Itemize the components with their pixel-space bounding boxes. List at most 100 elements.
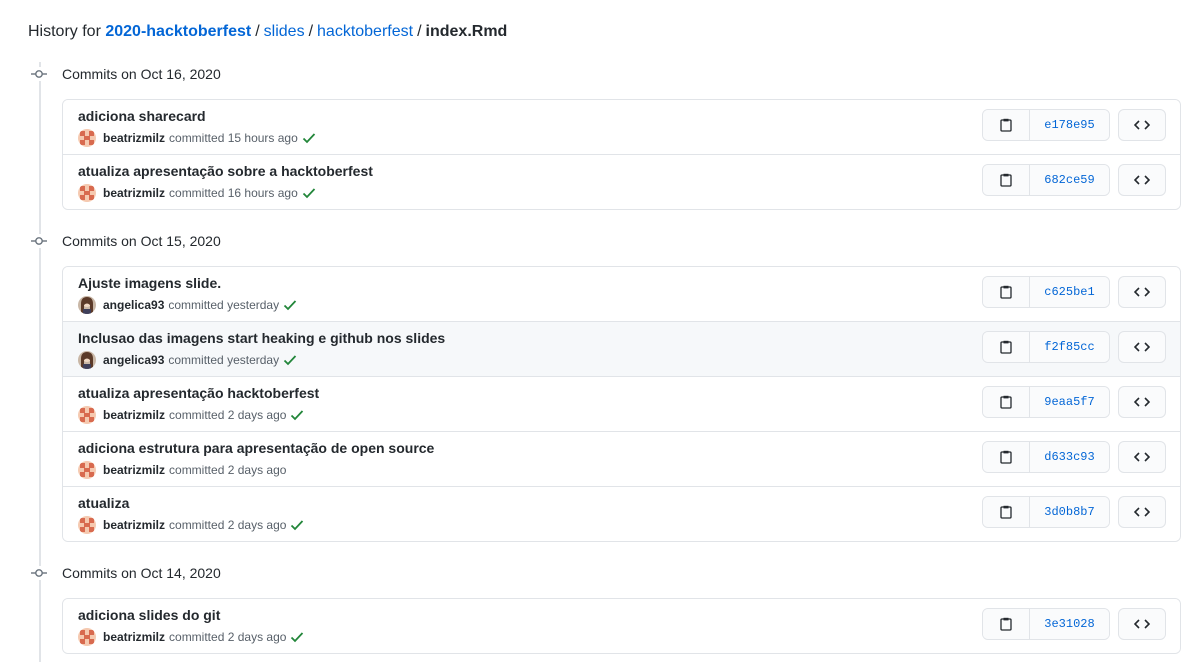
commit-meta: beatrizmilz committed 2 days ago (78, 461, 286, 479)
commit-verb: committed (168, 353, 224, 367)
commit-message-link[interactable]: atualiza apresentação sobre a hacktoberf… (78, 163, 373, 179)
commit-time: 16 hours ago (227, 186, 298, 200)
commit-time: 15 hours ago (227, 131, 298, 145)
commit-sha-link[interactable]: 9eaa5f7 (1030, 387, 1109, 417)
browse-files-button[interactable] (1118, 441, 1166, 473)
avatar[interactable] (78, 461, 96, 479)
commit-list: adiciona slides do git beatrizmilz commi… (62, 598, 1181, 654)
browse-files-button[interactable] (1118, 386, 1166, 418)
commit-verb: committed (169, 518, 225, 532)
breadcrumb-slides-link[interactable]: slides (264, 23, 305, 40)
commit-row: atualiza apresentação sobre a hacktoberf… (63, 154, 1180, 209)
commit-time: 2 days ago (227, 463, 287, 477)
commit-author-link[interactable]: beatrizmilz (103, 408, 165, 422)
commit-sha-link[interactable]: f2f85cc (1030, 332, 1109, 362)
commit-message-link[interactable]: Ajuste imagens slide. (78, 275, 221, 291)
commit-row: atualiza beatrizmilz committed 2 days ag… (63, 486, 1180, 541)
copy-sha-button[interactable] (983, 332, 1030, 362)
commit-author-link[interactable]: beatrizmilz (103, 463, 165, 477)
commit-meta: beatrizmilz committed 16 hours ago (78, 184, 316, 202)
browse-files-button[interactable] (1118, 331, 1166, 363)
code-icon (1134, 175, 1150, 185)
avatar[interactable] (78, 351, 96, 369)
commit-meta: angelica93 committed yesterday (78, 351, 297, 369)
copy-sha-button[interactable] (983, 442, 1030, 472)
clipboard-icon (1000, 450, 1012, 464)
breadcrumb-separator: / (308, 23, 314, 40)
code-icon (1134, 619, 1150, 629)
browse-files-button[interactable] (1118, 164, 1166, 196)
avatar[interactable] (78, 406, 96, 424)
browse-files-button[interactable] (1118, 276, 1166, 308)
avatar[interactable] (78, 184, 96, 202)
check-icon[interactable] (283, 354, 297, 366)
git-commit-icon (30, 67, 48, 81)
clipboard-icon (1000, 505, 1012, 519)
commit-message-link[interactable]: adiciona estrutura para apresentação de … (78, 440, 434, 456)
commit-author-link[interactable]: angelica93 (103, 353, 164, 367)
sha-button-group: 9eaa5f7 (982, 386, 1110, 418)
breadcrumb: History for 2020-hacktoberfest / slides / ha… (28, 22, 507, 42)
sha-button-group: e178e95 (982, 109, 1110, 141)
check-icon[interactable] (302, 132, 316, 144)
commit-group-title: Commits on Oct 15, 2020 (62, 233, 221, 249)
copy-sha-button[interactable] (983, 497, 1030, 527)
browse-files-button[interactable] (1118, 109, 1166, 141)
commit-message-link[interactable]: atualiza apresentação hacktoberfest (78, 385, 319, 401)
copy-sha-button[interactable] (983, 277, 1030, 307)
commit-sha-link[interactable]: 3d0b8b7 (1030, 497, 1109, 527)
commit-author-link[interactable]: beatrizmilz (103, 131, 165, 145)
check-icon[interactable] (283, 299, 297, 311)
commit-group-header: Commits on Oct 15, 2020 (30, 231, 221, 251)
git-commit-icon (30, 566, 48, 580)
clipboard-icon (1000, 118, 1012, 132)
code-icon (1134, 507, 1150, 517)
check-icon[interactable] (290, 409, 304, 421)
clipboard-icon (1000, 395, 1012, 409)
check-icon[interactable] (290, 519, 304, 531)
avatar[interactable] (78, 129, 96, 147)
commit-message-link[interactable]: Inclusao das imagens start heaking e git… (78, 330, 445, 346)
breadcrumb-hacktoberfest-link[interactable]: hacktoberfest (317, 23, 413, 40)
code-icon (1134, 342, 1150, 352)
commit-time: 2 days ago (227, 630, 287, 644)
breadcrumb-separator: / (417, 23, 422, 40)
commit-row: adiciona sharecard beatrizmilz committed… (63, 100, 1180, 154)
copy-sha-button[interactable] (983, 165, 1030, 195)
commit-message-link[interactable]: atualiza (78, 495, 129, 511)
commit-list: adiciona sharecard beatrizmilz committed… (62, 99, 1181, 210)
check-icon[interactable] (290, 631, 304, 643)
commit-sha-link[interactable]: d633c93 (1030, 442, 1109, 472)
commit-author-link[interactable]: beatrizmilz (103, 518, 165, 532)
browse-files-button[interactable] (1118, 608, 1166, 640)
breadcrumb-file: index.Rmd (425, 23, 508, 40)
sha-button-group: c625be1 (982, 276, 1110, 308)
code-icon (1134, 452, 1150, 462)
commit-author-link[interactable]: beatrizmilz (103, 630, 165, 644)
avatar[interactable] (78, 516, 96, 534)
commit-message-link[interactable]: adiciona sharecard (78, 108, 206, 124)
commit-sha-link[interactable]: e178e95 (1030, 110, 1109, 140)
browse-files-button[interactable] (1118, 496, 1166, 528)
copy-sha-button[interactable] (983, 110, 1030, 140)
breadcrumb-repo-link[interactable]: 2020-hacktoberfest (105, 23, 251, 40)
commit-message-link[interactable]: adiciona slides do git (78, 607, 220, 623)
copy-sha-button[interactable] (983, 609, 1030, 639)
commit-meta: beatrizmilz committed 2 days ago (78, 516, 304, 534)
commit-sha-link[interactable]: 682ce59 (1030, 165, 1109, 195)
breadcrumb-separator: / (255, 23, 260, 40)
commit-author-link[interactable]: beatrizmilz (103, 186, 165, 200)
avatar[interactable] (78, 296, 96, 314)
sha-button-group: d633c93 (982, 441, 1110, 473)
commit-row: Inclusao das imagens start heaking e git… (63, 321, 1180, 376)
commit-author-link[interactable]: angelica93 (103, 298, 164, 312)
avatar[interactable] (78, 628, 96, 646)
check-icon[interactable] (302, 187, 316, 199)
commit-meta: angelica93 committed yesterday (78, 296, 297, 314)
commit-verb: committed (169, 131, 225, 145)
copy-sha-button[interactable] (983, 387, 1030, 417)
clipboard-icon (1000, 617, 1012, 631)
commit-verb: committed (169, 186, 225, 200)
commit-sha-link[interactable]: 3e31028 (1030, 609, 1109, 639)
commit-sha-link[interactable]: c625be1 (1030, 277, 1109, 307)
